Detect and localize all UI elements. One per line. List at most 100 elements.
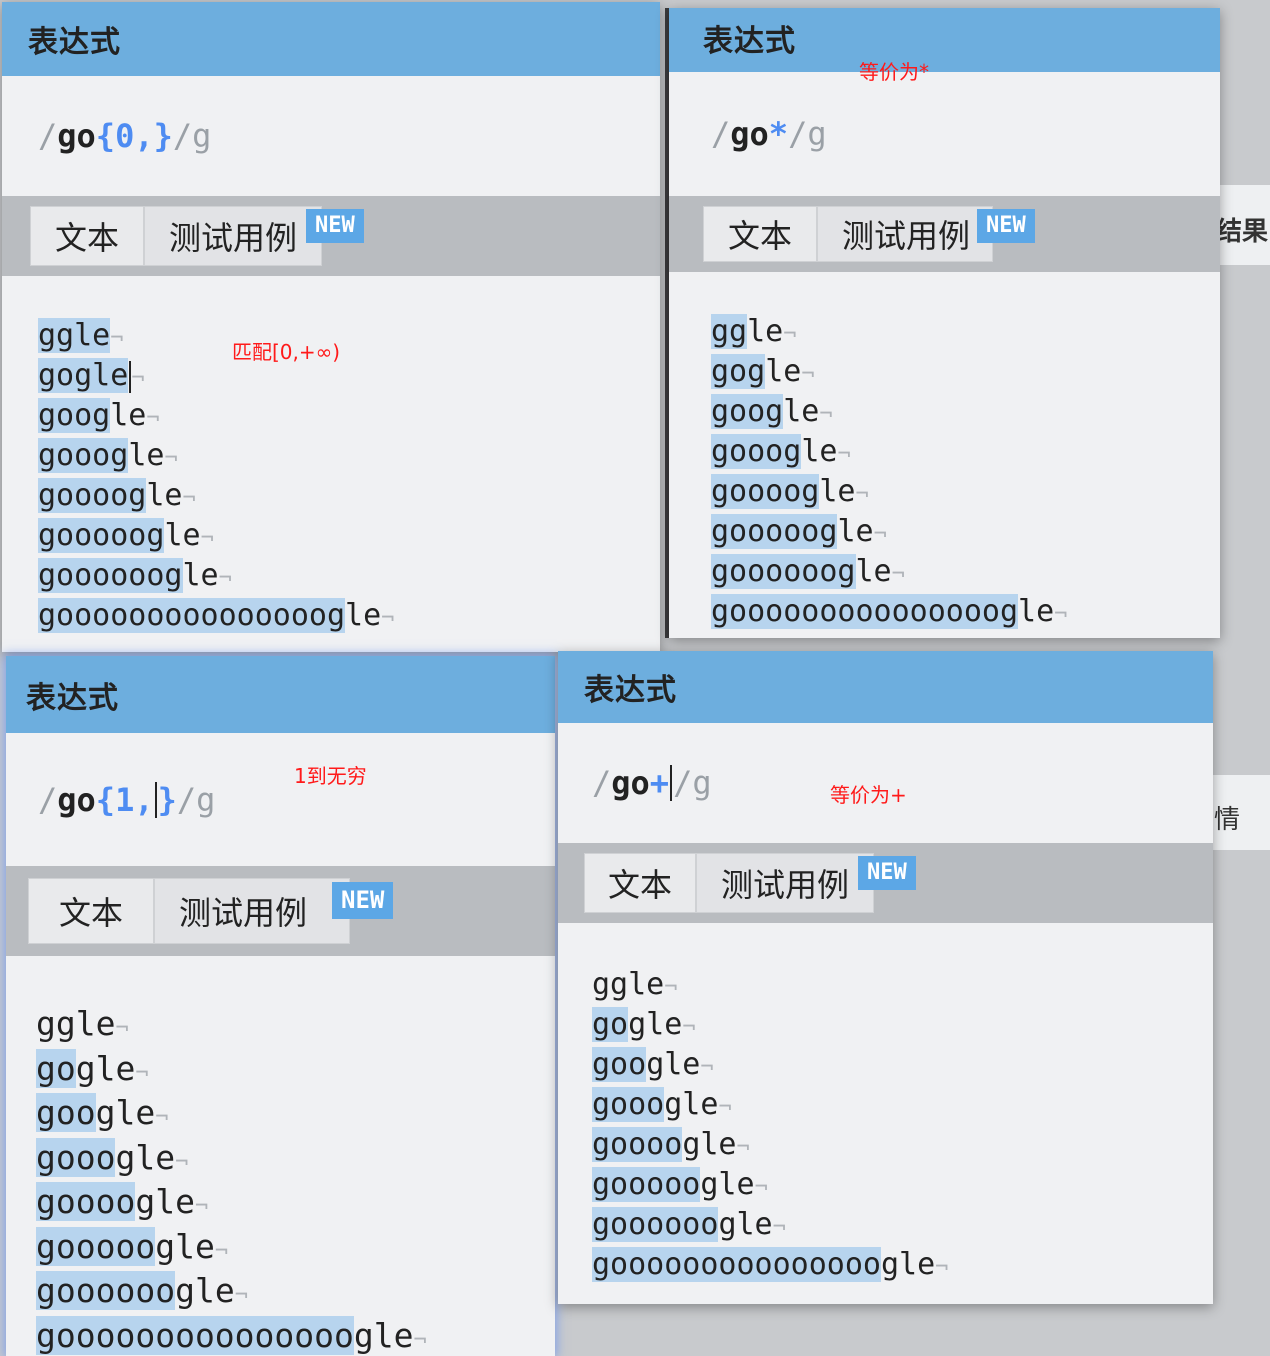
expression-title: 表达式 <box>28 25 121 60</box>
tab-text[interactable]: 文本 <box>30 206 144 266</box>
test-text-area[interactable]: ggle¬gogle¬google¬gooogle¬goooogle¬goooo… <box>592 965 948 1285</box>
test-line: gooooogle¬ <box>36 1225 427 1270</box>
unmatched-text: gle <box>75 1048 136 1088</box>
match-highlight: gooooooooooooooog <box>38 598 346 633</box>
annotation-note: 匹配[0,+∞) <box>232 340 341 364</box>
background-tab-detail[interactable]: 情 <box>1210 775 1270 850</box>
match-highlight: gooooo <box>592 1167 701 1202</box>
unmatched-text: gle <box>880 1247 936 1282</box>
test-line: goooogle¬ <box>711 472 1067 512</box>
tab-text-label: 文本 <box>58 894 123 932</box>
text-caret <box>670 765 673 801</box>
expression-open-slash: / <box>592 764 612 802</box>
test-line: goooogle¬ <box>38 476 394 516</box>
regex-panel-c: 表达式 / go {1, } /g 文本 测试用例 NEW ggle¬ gogle… <box>6 656 555 1356</box>
match-highlight: goooo <box>36 1182 136 1221</box>
unmatched-text: gle <box>135 1182 195 1221</box>
test-line: goooooogle¬ <box>592 1205 948 1245</box>
test-line: gooogle¬ <box>592 1085 948 1125</box>
unmatched-text: le <box>747 314 784 349</box>
test-line: gooogle¬ <box>36 1136 427 1181</box>
newline-marker: ¬ <box>164 446 178 471</box>
test-line: ggle¬ <box>38 316 394 356</box>
background-tab-result-label: 结果 <box>1216 217 1269 247</box>
expression-input[interactable]: / go * /g <box>669 72 1220 196</box>
expression-open-slash: / <box>38 780 58 819</box>
match-highlight: goooog <box>711 474 820 509</box>
tab-text[interactable]: 文本 <box>703 206 817 262</box>
test-line: goooooogle¬ <box>711 552 1067 592</box>
test-text-area[interactable]: ggle¬gogle¬google¬gooogle¬goooogle¬goooo… <box>711 312 1067 632</box>
new-badge: NEW <box>858 856 916 890</box>
unmatched-text: le <box>128 438 165 473</box>
unmatched-text: le <box>855 554 892 589</box>
unmatched-text: le <box>783 394 820 429</box>
new-badge: NEW <box>306 209 364 243</box>
match-highlight: goooooog <box>711 554 856 589</box>
expression-quantifier-start: {1, <box>95 780 154 819</box>
tab-tests[interactable]: 测试用例 <box>817 206 993 262</box>
newline-marker: ¬ <box>754 1175 768 1200</box>
test-line: gooogle¬ <box>38 436 394 476</box>
newline-marker: ¬ <box>218 566 232 591</box>
match-highlight: goooooog <box>38 558 183 593</box>
unmatched-text: le <box>837 514 874 549</box>
expression-flags: /g <box>176 780 216 819</box>
newline-marker: ¬ <box>234 1283 248 1308</box>
annotation-note: 等价为* <box>859 60 929 84</box>
match-highlight: gooog <box>711 434 802 469</box>
match-highlight: gooo <box>592 1087 665 1122</box>
expression-input[interactable]: / go {0,} /g <box>2 76 660 196</box>
text-caret <box>154 781 157 818</box>
tab-bar: 文本 测试用例 NEW <box>2 196 660 276</box>
tab-tests[interactable]: 测试用例 <box>696 853 874 913</box>
newline-marker: ¬ <box>175 1149 189 1175</box>
tab-tests-label: 测试用例 <box>179 894 308 932</box>
match-highlight: go <box>36 1048 76 1088</box>
newline-marker: ¬ <box>718 1095 732 1120</box>
tab-bar: 文本 测试用例 NEW <box>558 843 1213 923</box>
test-line: goooogle¬ <box>36 1180 427 1225</box>
annotation-note: 1到无穷 <box>294 764 367 788</box>
test-text-area[interactable]: ggle¬gogle¬google¬gooogle¬goooogle¬goooo… <box>36 1002 427 1356</box>
newline-marker: ¬ <box>935 1255 949 1280</box>
tab-tests[interactable]: 测试用例 <box>154 878 350 944</box>
expression-literal: go <box>57 780 96 819</box>
newline-marker: ¬ <box>873 522 887 547</box>
expression-flags: /g <box>172 117 212 155</box>
test-text-area[interactable]: ggle¬gogle¬google¬gooogle¬goooogle¬goooo… <box>38 316 394 636</box>
tab-tests[interactable]: 测试用例 <box>144 206 322 266</box>
expression-open-slash: / <box>711 115 731 153</box>
expression-flags: /g <box>673 764 712 802</box>
match-highlight: gooooooooooooooo <box>36 1315 354 1355</box>
test-line: goooooogle¬ <box>38 556 394 596</box>
test-line: gooooooooooooooogle¬ <box>38 596 394 636</box>
unmatched-text: le <box>1018 594 1055 629</box>
new-badge: NEW <box>977 209 1035 243</box>
tab-text[interactable]: 文本 <box>584 853 696 913</box>
newline-marker: ¬ <box>801 362 815 387</box>
unmatched-text: gle <box>664 1087 719 1122</box>
match-highlight: gooooo <box>36 1226 156 1266</box>
new-badge: NEW <box>332 882 394 919</box>
tab-text[interactable]: 文本 <box>28 878 154 944</box>
test-line: ggle¬ <box>36 1002 427 1047</box>
match-highlight: gooooooooooooooog <box>711 594 1019 629</box>
test-line: gogle¬ <box>38 356 394 396</box>
newline-marker: ¬ <box>115 1016 129 1041</box>
newline-marker: ¬ <box>135 1060 149 1086</box>
match-highlight: goooog <box>38 478 147 513</box>
newline-marker: ¬ <box>131 366 145 391</box>
newline-marker: ¬ <box>855 482 869 507</box>
match-highlight: goog <box>711 394 784 429</box>
test-line: gogle¬ <box>592 1005 948 1045</box>
newline-marker: ¬ <box>214 1238 229 1264</box>
expression-open-slash: / <box>38 117 58 155</box>
test-line: gooooogle¬ <box>592 1165 948 1205</box>
expression-flags: /g <box>788 115 827 153</box>
unmatched-text: le <box>110 398 147 433</box>
expression-header: 表达式 <box>558 651 1213 723</box>
expression-title: 表达式 <box>26 680 119 716</box>
expression-input[interactable]: / go {1, } /g <box>6 733 555 866</box>
unmatched-text: ggle <box>36 1004 116 1043</box>
